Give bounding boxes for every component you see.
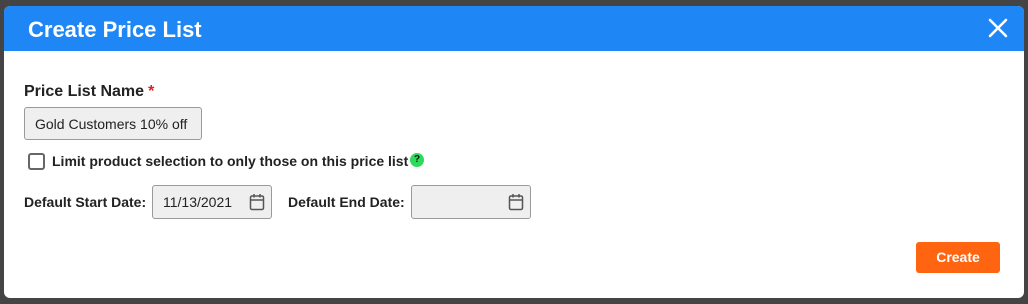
create-button[interactable]: Create — [916, 242, 1000, 273]
close-icon — [988, 18, 1008, 38]
limit-products-checkbox[interactable] — [28, 153, 45, 170]
end-date-input[interactable] — [411, 185, 531, 219]
start-date-value: 11/13/2021 — [163, 194, 233, 210]
create-price-list-dialog: Create Price List Price List Name* Limit… — [4, 6, 1024, 298]
limit-products-label[interactable]: Limit product selection to only those on… — [52, 153, 408, 170]
price-list-name-label: Price List Name * — [24, 83, 154, 101]
close-button[interactable] — [986, 16, 1010, 40]
required-marker: * — [148, 83, 155, 100]
end-date-label: Default End Date: — [288, 194, 405, 210]
help-icon[interactable]: ? — [410, 153, 424, 167]
price-list-name-label-text: Price List Name — [24, 83, 145, 100]
start-date-label: Default Start Date: — [24, 194, 147, 210]
calendar-icon[interactable] — [508, 193, 524, 211]
calendar-icon[interactable] — [249, 193, 265, 211]
start-date-input[interactable]: 11/13/2021 — [152, 185, 272, 219]
price-list-name-input[interactable] — [24, 107, 202, 140]
dialog-header: Create Price List — [4, 6, 1024, 51]
dialog-title: Create Price List — [28, 17, 202, 42]
